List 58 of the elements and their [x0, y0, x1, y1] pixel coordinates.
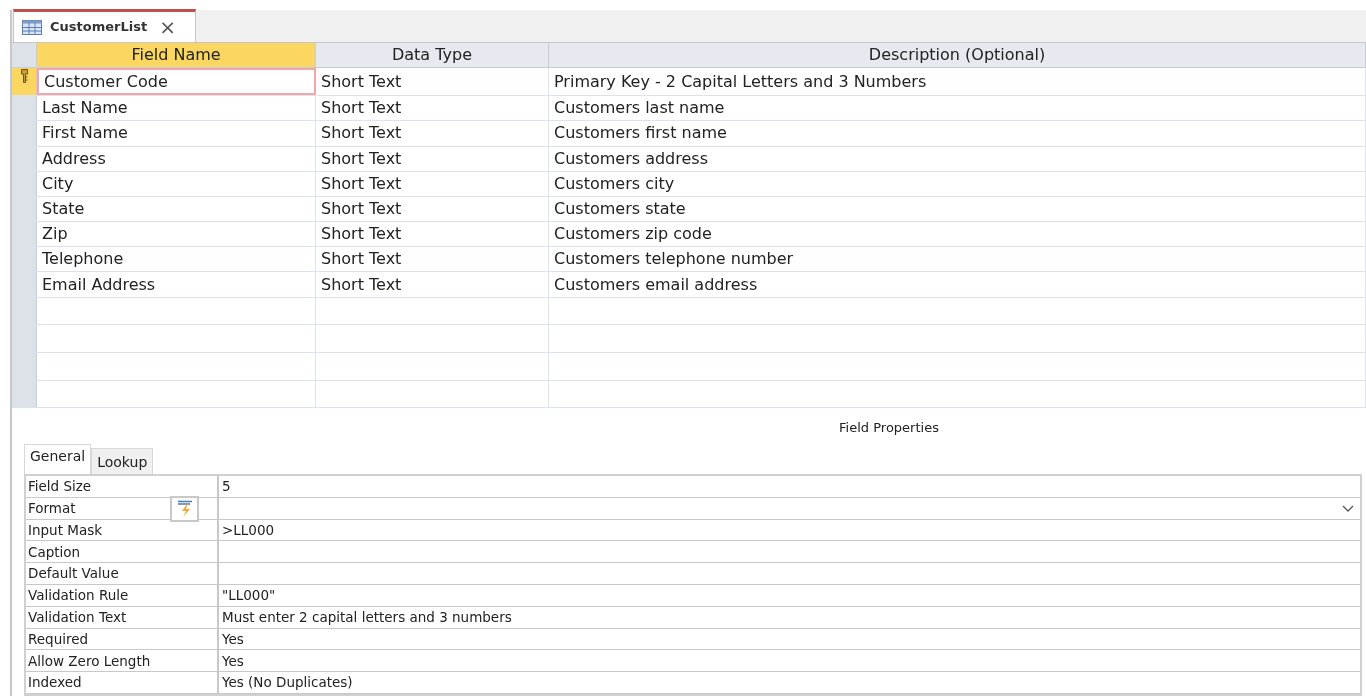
table-cell: Customers first name	[549, 121, 1366, 146]
table-cell: Telephone	[37, 247, 316, 272]
tab[interactable]: Lookup	[91, 448, 154, 475]
table-cell: Zip	[37, 222, 316, 247]
property-value[interactable]: Yes	[219, 650, 1360, 672]
property-value[interactable]: Must enter 2 capital letters and 3 numbers	[219, 606, 1360, 628]
key-icon	[20, 69, 28, 84]
close-button[interactable]: ×	[159, 17, 176, 37]
column-header: Field Name	[37, 43, 316, 68]
property-label: Input Mask	[26, 519, 219, 541]
property-value[interactable]: Yes	[219, 628, 1360, 650]
table-cell: Customers zip code	[549, 222, 1366, 247]
table-cell: Short Text	[316, 196, 549, 222]
builder-button[interactable]	[170, 495, 199, 522]
table-cell: Short Text	[316, 96, 549, 121]
property-label: Caption	[26, 541, 219, 563]
table-cell: Short Text	[316, 146, 549, 171]
property-value[interactable]: Yes (No Duplicates)	[219, 672, 1360, 693]
table-cell: Short Text	[316, 272, 549, 297]
table-cell: Address	[37, 146, 316, 171]
table-cell: Customers email address	[549, 272, 1366, 297]
section-title: Field Properties	[839, 419, 939, 438]
table-cell: Customers last name	[549, 96, 1366, 121]
table-cell: Email Address	[37, 272, 316, 297]
corner-cell[interactable]	[12, 43, 37, 68]
table-cell: Short Text	[316, 68, 549, 96]
table-cell: Primary Key - 2 Capital Letters and 3 Numbers	[549, 68, 1366, 96]
column-header: Description (Optional)	[549, 43, 1366, 68]
table-icon	[22, 19, 42, 35]
table-cell: Customers telephone number	[549, 247, 1366, 272]
table-cell: Short Text	[316, 222, 549, 247]
property-label: Default Value	[26, 563, 219, 584]
property-value[interactable]: "LL000"	[219, 585, 1360, 606]
table-cell: State	[37, 196, 316, 222]
row-selector[interactable]	[12, 68, 37, 96]
table-cell: Customers address	[549, 146, 1366, 171]
table-cell: Short Text	[316, 247, 549, 272]
tab-title: CustomerList	[50, 18, 148, 37]
property-value[interactable]: 5	[219, 476, 1360, 497]
property-label: Validation Text	[26, 606, 219, 628]
tab[interactable]: General	[24, 444, 92, 475]
column-header: Data Type	[316, 43, 549, 68]
property-label: Indexed	[26, 672, 219, 693]
table-cell: Short Text	[316, 171, 549, 196]
document-tab[interactable]: CustomerList ×	[13, 9, 196, 42]
property-value[interactable]: >LL000	[219, 519, 1360, 541]
table-cell: Customer Code	[37, 68, 316, 96]
table-cell: First Name	[37, 121, 316, 146]
property-label: Validation Rule	[26, 585, 219, 606]
table-cell: Customers state	[549, 196, 1366, 222]
table-cell: City	[37, 171, 316, 196]
property-label: Allow Zero Length	[26, 650, 219, 672]
chevron-down-icon	[1342, 505, 1354, 513]
property-label: Required	[26, 628, 219, 650]
table-cell: Short Text	[316, 121, 549, 146]
table-cell: Last Name	[37, 96, 316, 121]
lightning-icon	[176, 499, 193, 518]
table-cell: Customers city	[549, 171, 1366, 196]
